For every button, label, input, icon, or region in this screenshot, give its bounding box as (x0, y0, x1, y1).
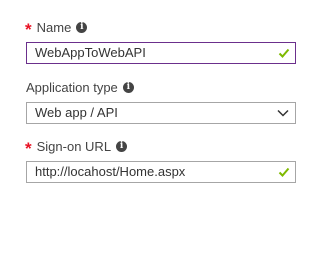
signon-url-label-row: * Sign-on URL i (25, 136, 296, 158)
application-type-selected-value: Web app / API (35, 105, 118, 120)
application-type-field-group: Application type i Web app / API (26, 77, 296, 124)
application-type-select[interactable]: Web app / API (26, 102, 296, 124)
signon-url-field-group: * Sign-on URL i (25, 136, 296, 183)
name-input-box[interactable] (26, 42, 296, 64)
signon-url-input-box[interactable] (26, 161, 296, 183)
application-type-label-row: Application type i (26, 77, 296, 97)
name-input[interactable] (35, 43, 270, 63)
info-icon[interactable]: i (116, 140, 128, 152)
info-icon[interactable]: i (76, 21, 88, 33)
name-field-group: * Name i (25, 17, 296, 64)
name-label-row: * Name i (25, 17, 296, 39)
checkmark-icon (278, 167, 290, 177)
checkmark-icon (278, 48, 290, 58)
required-asterisk: * (25, 138, 32, 158)
chevron-down-icon[interactable] (277, 109, 289, 117)
name-label: Name (36, 19, 72, 35)
signon-url-label: Sign-on URL (36, 138, 112, 154)
application-type-label: Application type (26, 79, 118, 95)
signon-url-input[interactable] (35, 162, 270, 182)
create-app-form: * Name i Application type i Web app / AP… (0, 0, 319, 266)
required-asterisk: * (25, 19, 32, 39)
info-icon[interactable]: i (122, 81, 134, 93)
